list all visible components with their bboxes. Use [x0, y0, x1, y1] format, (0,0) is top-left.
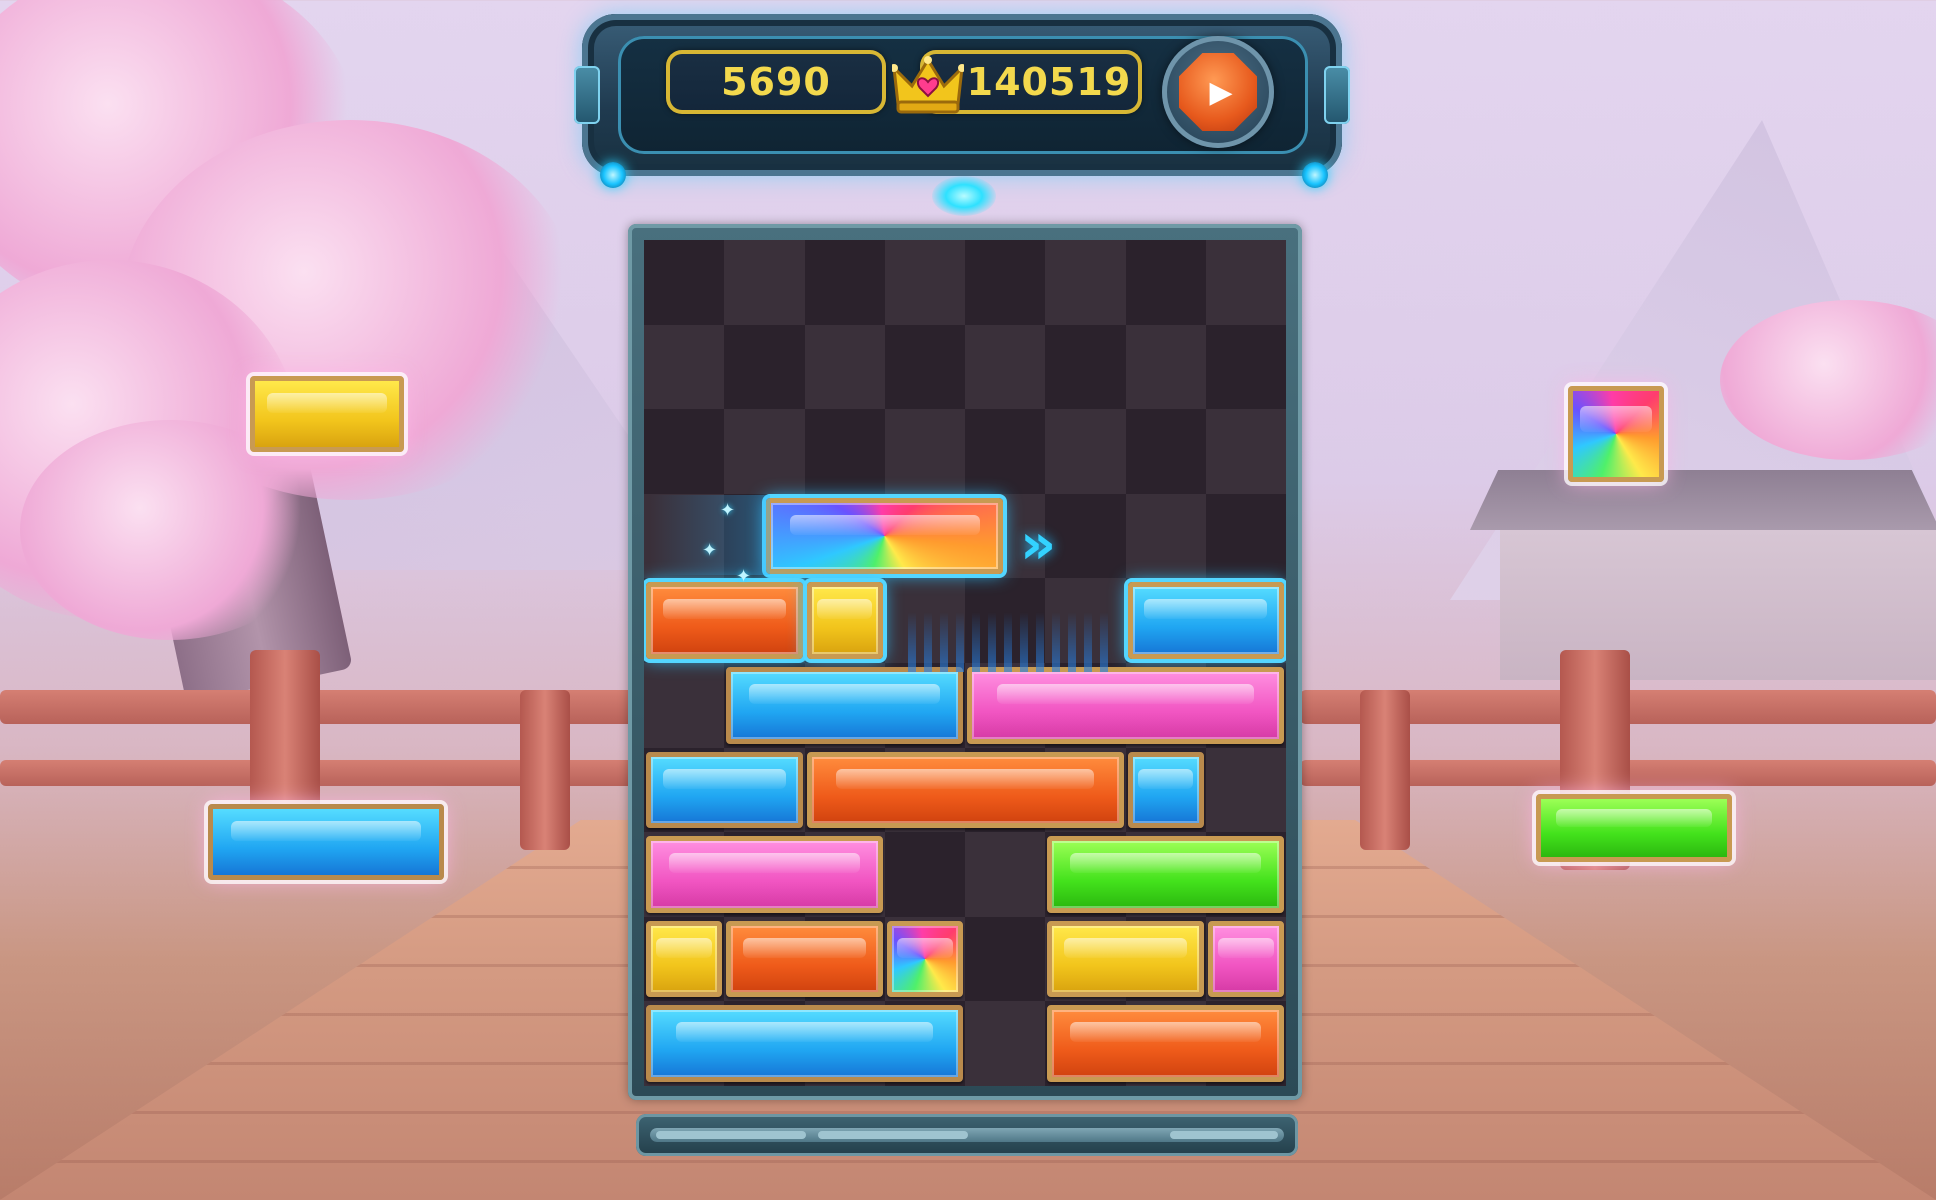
jewel-block-orange[interactable]: [1047, 1005, 1284, 1082]
sparkle-icon: ✦: [736, 566, 752, 587]
play-icon: ▶: [1179, 53, 1257, 131]
jewel-block-pink[interactable]: [646, 836, 883, 913]
jewel-block-pink[interactable]: [1207, 920, 1284, 998]
cherry-blossom: [20, 420, 320, 640]
jewel-block-yellow[interactable]: [646, 920, 723, 998]
pixel-trail-effect: [908, 612, 1108, 672]
progress-segment: [818, 1131, 968, 1139]
motion-trail: [650, 495, 770, 575]
board-cell: [804, 324, 885, 410]
progress-track: [650, 1128, 1284, 1142]
jewel-block-orange[interactable]: [806, 751, 1124, 829]
board-cell: [965, 409, 1046, 494]
hud-led-left: [600, 162, 626, 188]
jewel-block-yellow[interactable]: [806, 582, 883, 659]
board-cell: [965, 1001, 1046, 1086]
slide-right-arrow-icon: »: [1020, 512, 1057, 577]
board-cell: [1205, 747, 1286, 833]
board-cell: [644, 240, 725, 325]
board-cell: [1205, 324, 1286, 410]
score-hud: 5690 140519 ▶: [574, 14, 1350, 188]
board-cell: [644, 324, 725, 410]
jewel-block-rainbow[interactable]: [886, 920, 963, 998]
board-cell: [724, 240, 805, 325]
board-cell: [1205, 240, 1286, 325]
board-cell: [965, 916, 1046, 1002]
board-cell: [884, 324, 965, 410]
board-cell: [1205, 409, 1286, 494]
bridge-post-left: [520, 690, 570, 850]
hud-led-right: [1302, 162, 1328, 188]
board-cell: [804, 409, 885, 494]
board-cell: [1045, 240, 1126, 325]
board-cell: [1125, 493, 1206, 579]
jewel-block-blue[interactable]: [1127, 751, 1204, 829]
jewel-block-blue[interactable]: [726, 667, 963, 744]
board-cell: [1125, 324, 1206, 410]
board-cell: [1045, 493, 1126, 579]
board-cell: [884, 240, 965, 325]
jewel-block-yellow[interactable]: [1047, 920, 1204, 998]
jewel-block-orange[interactable]: [726, 920, 883, 998]
board-cell: [884, 409, 965, 494]
jewel-block-orange[interactable]: [646, 582, 803, 659]
crown-icon: [892, 56, 964, 114]
jewel-block-blue[interactable]: [646, 1005, 963, 1082]
board-cell: [724, 324, 805, 410]
jewel-block-rainbow[interactable]: [766, 497, 1004, 575]
board-cell: [965, 240, 1046, 325]
progress-segment: [656, 1131, 806, 1139]
jewel-block-blue[interactable]: [1127, 582, 1284, 659]
board-cell: [1045, 409, 1126, 494]
decor-jewel-rainbow: [1568, 386, 1664, 482]
decor-jewel-green: [1536, 794, 1732, 862]
hud-side-cap-left: [574, 66, 600, 124]
pavilion-roof: [1470, 470, 1936, 530]
jewel-block-blue[interactable]: [646, 751, 803, 829]
board-cell: [804, 240, 885, 325]
board-cell: [644, 409, 725, 494]
sparkle-icon: ✦: [702, 540, 718, 561]
board-cell: [1205, 493, 1286, 579]
board-cell: [884, 832, 965, 917]
progress-segment: [1170, 1131, 1278, 1139]
hud-side-cap-right: [1324, 66, 1350, 124]
board-cell: [1125, 240, 1206, 325]
level-progress-bar: [636, 1114, 1298, 1156]
sparkle-icon: ✦: [720, 500, 736, 521]
board-cell: [724, 409, 805, 494]
decor-jewel-yellow: [250, 376, 404, 452]
board-cell: [965, 832, 1046, 917]
decor-jewel-blue: [208, 804, 444, 880]
jewel-block-pink[interactable]: [967, 667, 1284, 744]
bridge-post-right: [1360, 690, 1410, 850]
board-cell: [644, 663, 725, 748]
play-button[interactable]: ▶: [1162, 36, 1274, 148]
board-cell: [965, 324, 1046, 410]
hud-drop-indicator: [932, 176, 996, 216]
current-score: 5690: [666, 50, 886, 114]
board-cell: [1125, 409, 1206, 494]
jewel-block-green[interactable]: [1047, 836, 1284, 913]
board-cell: [1045, 324, 1126, 410]
